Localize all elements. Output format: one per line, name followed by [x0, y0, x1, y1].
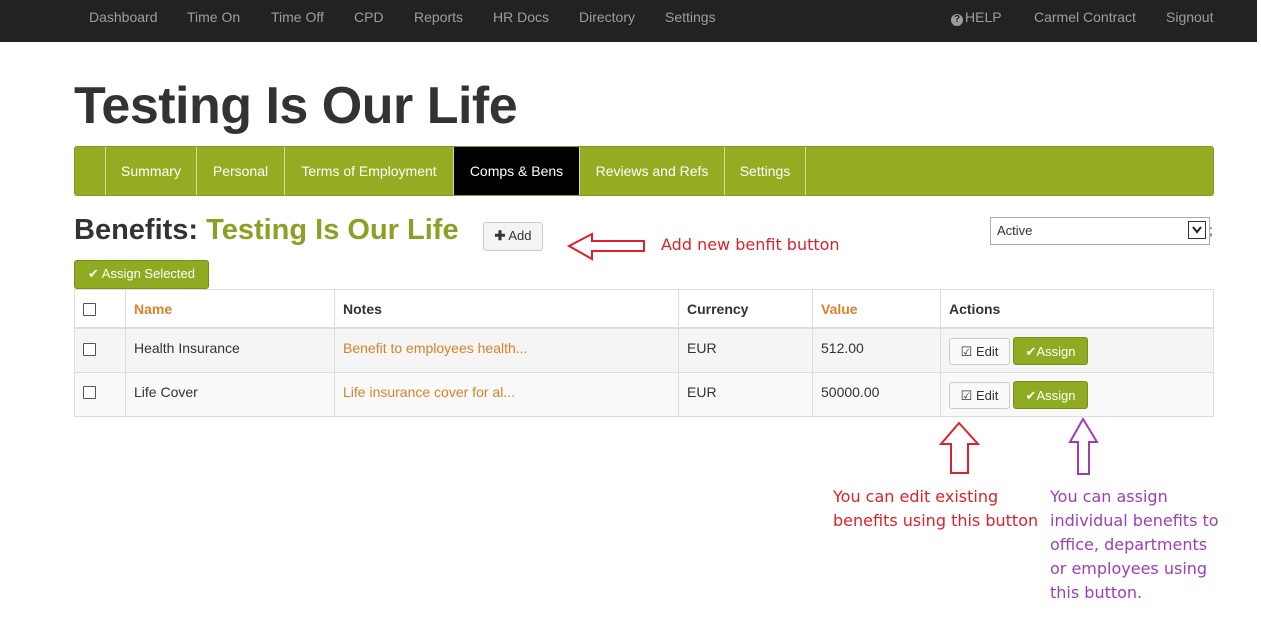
nav-hr-docs[interactable]: HR Docs — [493, 0, 549, 42]
edit-icon: ☑ — [960, 344, 973, 359]
edit-button[interactable]: ☑ Edit — [949, 338, 1010, 365]
assign-selected-label: Assign Selected — [101, 266, 196, 281]
nav-user[interactable]: Carmel Contract — [1034, 0, 1136, 42]
tab-settings[interactable]: Settings — [725, 147, 806, 195]
edit-icon: ☑ — [960, 387, 973, 403]
table-row: Life Cover Life insurance cover for al..… — [74, 371, 1214, 417]
benefit-name: Health Insurance — [125, 327, 335, 373]
benefit-value: 512.00 — [812, 327, 941, 373]
annotation-arrow-left-icon — [566, 232, 645, 261]
chevron-down-icon — [1188, 221, 1206, 239]
annotation-assign-line: You can assign — [1050, 487, 1168, 506]
select-all-cell — [74, 289, 126, 329]
benefits-company-name: Testing Is Our Life — [206, 214, 459, 246]
annotation-edit: You can edit existing benefits using thi… — [833, 485, 1038, 533]
benefit-name: Life Cover — [125, 371, 335, 417]
benefits-heading-label: Benefits: — [74, 214, 199, 246]
column-header-currency: Currency — [678, 289, 813, 329]
top-navbar: Dashboard Time On Time Off CPD Reports H… — [0, 0, 1257, 42]
annotation-edit-line: You can edit existing — [833, 487, 999, 506]
row-actions: ☑ Edit ✔Assign — [940, 371, 1214, 417]
tab-summary[interactable]: Summary — [106, 147, 197, 195]
row-checkbox[interactable] — [83, 386, 96, 400]
column-header-name[interactable]: Name — [125, 289, 335, 329]
nav-dashboard[interactable]: Dashboard — [89, 0, 158, 42]
table-row: Health Insurance Benefit to employees he… — [74, 327, 1214, 373]
benefit-value: 50000.00 — [812, 371, 941, 417]
nav-signout[interactable]: Signout — [1166, 0, 1213, 42]
annotation-assign-line: this button. — [1050, 583, 1143, 602]
employee-tabs: Summary Personal Terms of Employment Com… — [74, 146, 1214, 196]
annotation-arrow-up-icon — [938, 421, 981, 474]
edit-label: Edit — [975, 387, 999, 403]
benefits-table: Name Notes Currency Value Actions Health… — [74, 289, 1214, 417]
annotation-assign-line: individual benefits to — [1050, 511, 1219, 530]
annotation-assign: You can assign individual benefits to of… — [1050, 485, 1219, 605]
trailing-char: ; — [1209, 222, 1213, 238]
nav-directory[interactable]: Directory — [579, 0, 635, 42]
add-benefit-button[interactable]: ✚ Add — [483, 222, 543, 251]
nav-settings[interactable]: Settings — [665, 0, 716, 42]
table-header-row: Name Notes Currency Value Actions — [74, 289, 1214, 329]
nav-time-on[interactable]: Time On — [187, 0, 240, 42]
tab-comps-bens[interactable]: Comps & Bens — [454, 147, 580, 195]
assign-selected-button[interactable]: ✔ Assign Selected — [74, 260, 209, 289]
benefit-notes-cell: Life insurance cover for al... — [334, 371, 679, 417]
nav-reports[interactable]: Reports — [414, 0, 463, 42]
assign-label: Assign — [1036, 387, 1076, 403]
nav-cpd[interactable]: CPD — [354, 0, 384, 42]
assign-button[interactable]: ✔Assign — [1013, 380, 1088, 409]
annotation-assign-line: or employees using — [1050, 559, 1208, 578]
question-circle-icon: ? — [951, 14, 963, 26]
column-header-actions: Actions — [940, 289, 1214, 329]
row-actions: ☑ Edit ✔Assign — [940, 327, 1214, 373]
tab-terms-of-employment[interactable]: Terms of Employment — [285, 147, 454, 195]
tab-reviews-and-refs[interactable]: Reviews and Refs — [580, 147, 725, 195]
status-filter-value: Active — [997, 223, 1033, 238]
page-title: Testing Is Our Life — [74, 77, 518, 135]
assign-button[interactable]: ✔Assign — [1013, 337, 1088, 365]
check-icon: ✔ — [1025, 387, 1037, 403]
check-icon: ✔ — [87, 266, 99, 281]
column-header-value[interactable]: Value — [812, 289, 941, 329]
row-select-cell — [74, 327, 126, 373]
status-filter-select[interactable]: Active — [990, 217, 1210, 245]
annotation-add: Add new benfit button — [661, 235, 840, 254]
edit-label: Edit — [975, 344, 999, 359]
annotation-edit-line: benefits using this button — [833, 511, 1039, 530]
assign-label: Assign — [1036, 344, 1076, 359]
check-icon: ✔ — [1025, 344, 1037, 359]
add-benefit-label: Add — [508, 228, 532, 243]
benefits-heading: Benefits: Testing Is Our Life — [74, 214, 459, 247]
edit-button[interactable]: ☑ Edit — [949, 381, 1010, 409]
row-select-cell — [74, 371, 126, 417]
benefit-currency: EUR — [678, 327, 813, 373]
tab-personal[interactable]: Personal — [197, 147, 285, 195]
row-checkbox[interactable] — [83, 342, 96, 356]
annotation-arrow-up-icon — [1068, 417, 1099, 475]
select-all-checkbox[interactable] — [83, 303, 96, 317]
column-header-notes: Notes — [334, 289, 679, 329]
annotation-assign-line: office, departments — [1050, 535, 1208, 554]
benefit-notes-link[interactable]: Life insurance cover for al... — [343, 384, 515, 400]
benefit-notes-link[interactable]: Benefit to employees health... — [343, 340, 527, 356]
nav-help[interactable]: ? HELP — [951, 0, 1002, 42]
tab-spacer — [75, 147, 106, 195]
plus-icon: ✚ — [494, 228, 506, 243]
nav-time-off[interactable]: Time Off — [271, 0, 324, 42]
benefit-notes-cell: Benefit to employees health... — [334, 327, 679, 373]
nav-help-label: HELP — [965, 9, 1002, 25]
benefit-currency: EUR — [678, 371, 813, 417]
